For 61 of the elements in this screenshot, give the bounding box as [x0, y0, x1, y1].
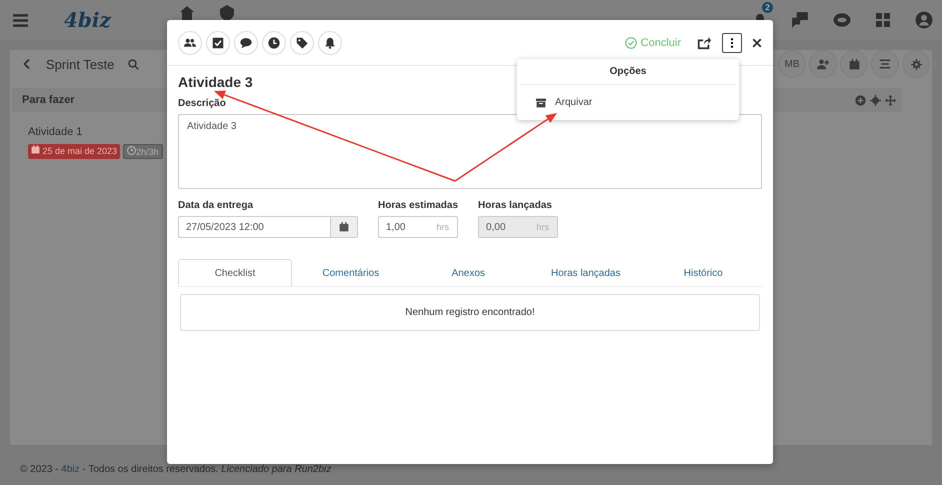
tab[interactable]: Horas lançadas [527, 259, 644, 286]
clock-icon [127, 146, 136, 155]
grid-icon[interactable] [875, 12, 891, 28]
chat-icon[interactable] [791, 11, 809, 29]
check-circle-icon [624, 36, 637, 48]
move-icon[interactable] [885, 94, 896, 106]
search-icon[interactable] [128, 58, 140, 70]
calendar-icon [339, 222, 349, 232]
calendar-button[interactable] [840, 50, 868, 78]
tab[interactable]: Histórico [644, 259, 762, 286]
bell-icon [324, 36, 336, 48]
field-label: Horas lançadas [478, 200, 552, 211]
tab[interactable]: Checklist [178, 259, 292, 286]
task-card[interactable]: Atividade 1 25 de mai de 2023 2h/3h [12, 112, 167, 167]
list-icon [879, 58, 891, 70]
footer-text: © 2023 - 4biz - Todos os direitos reservados. Licenciado para Run2biz [20, 464, 332, 475]
settings-button[interactable] [902, 50, 930, 78]
hours-badge: 2h/3h [123, 144, 163, 159]
add-user-icon [817, 58, 829, 70]
due-date-badge: 25 de mai de 2023 [28, 144, 120, 159]
card-title: Atividade 1 [28, 126, 84, 138]
checkbox-icon [212, 36, 224, 48]
board-title: Sprint Teste [46, 56, 114, 72]
calendar-icon [848, 58, 860, 70]
checkbox-button[interactable] [206, 30, 230, 54]
clock-icon [268, 36, 280, 48]
user-icon[interactable] [915, 11, 933, 29]
bell-button[interactable] [318, 30, 342, 54]
task-title: Atividade 3 [178, 74, 254, 90]
tab[interactable]: Anexos [410, 259, 527, 286]
add-icon[interactable] [855, 94, 866, 106]
house-icon[interactable] [178, 5, 195, 21]
clock-button[interactable] [262, 30, 286, 54]
archive-icon [536, 98, 546, 108]
menu-title: Opções [520, 59, 736, 85]
user-avatar[interactable]: MB [778, 50, 806, 78]
more-options-button[interactable] [722, 32, 742, 52]
field-label: Descrição [178, 98, 226, 109]
people-button[interactable] [178, 30, 202, 54]
field-label: Data da entrega [178, 200, 254, 211]
hours-field[interactable]: 1,00 hrs [378, 216, 458, 238]
column-title: Para fazer [22, 94, 75, 106]
calendar-icon [31, 145, 40, 154]
comment-icon [240, 36, 252, 48]
add-user-button[interactable] [809, 50, 837, 78]
list-button[interactable] [871, 50, 899, 78]
comment-button[interactable] [234, 30, 258, 54]
empty-message: Nenhum registro encontrado! [180, 294, 760, 331]
tag-button[interactable] [290, 30, 314, 54]
shield-icon[interactable] [218, 5, 235, 21]
back-icon[interactable] [22, 59, 32, 69]
logo[interactable]: 4biz [64, 8, 111, 32]
notification-badge: 2 [762, 2, 773, 13]
menu-icon[interactable] [12, 12, 29, 28]
people-icon [184, 36, 196, 48]
date-field[interactable]: 27/05/2023 12:00 [178, 216, 358, 238]
tag-icon [296, 36, 308, 48]
share-icon[interactable] [697, 36, 711, 50]
field-label: Horas estimadas [378, 200, 458, 211]
close-icon[interactable] [752, 38, 762, 48]
tab[interactable]: Comentários [292, 259, 410, 286]
